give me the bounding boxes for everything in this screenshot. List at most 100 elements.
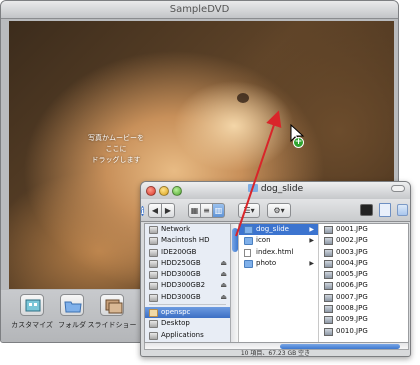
document-icon[interactable] [379,203,391,217]
eject-icon[interactable]: ⏏ [220,280,227,291]
list-item[interactable]: 0005.JPG [319,269,408,280]
list-item-label: 0010.JPG [336,326,368,335]
jpg-file-icon [324,316,333,325]
column-scrollbar[interactable] [231,224,239,342]
list-item-label: 0008.JPG [336,304,368,313]
jpg-file-icon [324,282,333,291]
path-icon[interactable] [397,204,408,216]
eject-icon[interactable]: ⏏ [220,258,227,269]
screen: SampleDVD 写真かムービーを ここに ドラッグします + カスタマイズ [0,0,420,365]
jpg-file-icon [324,305,333,314]
list-item[interactable]: 0008.JPG [319,303,408,314]
window-titlebar[interactable]: SampleDVD [1,1,398,19]
list-item-label: photo [256,258,277,267]
list-item-label: dog_slide [256,225,289,233]
sidebar-item[interactable]: Macintosh HD [145,235,230,246]
finder-title-text: dog_slide [260,184,304,194]
sidebar-item[interactable]: Desktop [145,318,230,329]
slideshow-label: スライドショー [87,321,137,329]
list-item[interactable]: icon ▶ [239,235,318,246]
list-item-label: 0009.JPG [336,315,368,324]
list-item[interactable]: 0009.JPG [319,314,408,325]
folder-icon [60,294,84,316]
list-item-label: 0007.JPG [336,292,368,301]
sidebar-item[interactable]: HDD300GB2 ⏏ [145,280,230,291]
slideshow-button[interactable]: スライドショー [87,294,137,340]
arrange-button[interactable]: ☰▾ [238,203,260,218]
sidebar-item-label: Macintosh HD [161,236,210,245]
column-dog-slide: 0001.JPG 0002.JPG 0003.JPG 0004.JPG 0005.JPG… [319,224,408,342]
jpg-file-icon [324,237,333,246]
sidebar-divider [149,304,226,306]
list-item[interactable]: 0006.JPG [319,280,408,291]
dog-photo-detail [237,93,249,103]
eject-icon[interactable]: ⏏ [220,269,227,280]
get-info-button[interactable]: i [141,206,145,216]
sidebar-item-label: Applications [161,330,204,339]
sidebar-item-label: Network [161,225,191,233]
back-button[interactable]: ◀ [148,203,162,218]
hard-disk-icon [149,237,158,246]
list-item[interactable]: 0007.JPG [319,292,408,303]
sidebar-item[interactable]: Applications [145,330,230,341]
home-icon [149,309,158,318]
sidebar-item[interactable]: openspc [145,307,230,319]
folder-icon [247,184,258,192]
list-item[interactable]: 0010.JPG [319,326,408,337]
column-dog-slide-parent: dog_slide ▶ icon ▶ index.html photo ▶ [239,224,319,342]
hard-disk-icon [149,271,158,280]
list-item-label: index.html [256,247,294,256]
disclosure-arrow-icon: ▶ [309,259,314,267]
finder-browser: Network Macintosh HD IDE200GB HDD250GB ⏏ HDD3… [144,223,409,343]
action-gear-button[interactable]: ⚙▾ [267,203,291,218]
list-item[interactable]: index.html [239,247,318,258]
list-item[interactable]: 0001.JPG [319,224,408,235]
finder-title: dog_slide [141,184,410,194]
sidebar-item[interactable]: HDD300GB ⏏ [145,269,230,280]
list-item[interactable]: 0003.JPG [319,247,408,258]
jpg-file-icon [324,226,333,234]
list-item-label: 0003.JPG [336,247,368,256]
folder-icon [244,237,253,246]
sidebar-item[interactable]: Pictures [145,341,230,343]
column-view-button[interactable]: ▥ [212,203,225,218]
list-item[interactable]: 0002.JPG [319,235,408,246]
list-item-label: icon [256,236,271,245]
sidebar-item-label: Desktop [161,319,190,328]
sidebar-item[interactable]: Network [145,224,230,235]
sidebar-item-label: HDD300GB [161,270,201,279]
window-title: SampleDVD [169,4,230,15]
eject-icon[interactable]: ⏏ [220,292,227,303]
sidebar-item-label: HDD300GB2 [161,281,206,290]
sidebar-item-label: HDD250GB [161,258,201,267]
sidebar-item[interactable]: HDD300GB ⏏ [145,292,230,303]
list-item-label: 0004.JPG [336,258,368,267]
sidebar-item[interactable]: HDD250GB ⏏ [145,258,230,269]
drop-hint-text: 写真かムービーを ここに ドラッグします [88,134,144,164]
slideshow-icon [100,294,124,316]
terminal-icon[interactable] [360,204,373,216]
applications-icon [149,331,158,340]
jpg-file-icon [324,259,333,268]
toolbar-toggle-button[interactable] [391,185,405,192]
jpg-file-icon [324,293,333,302]
jpg-file-icon [324,327,333,336]
finder-titlebar[interactable]: dog_slide [141,182,410,199]
list-item-label: 0002.JPG [336,236,368,245]
list-item[interactable]: photo ▶ [239,258,318,269]
status-bar: 10 項目、67.23 GB 空き [240,350,311,357]
scroll-thumb[interactable] [232,228,238,252]
list-item-label: 0006.JPG [336,281,368,290]
hard-disk-icon [149,282,158,291]
list-item[interactable]: dog_slide ▶ [239,224,318,236]
disclosure-arrow-icon: ▶ [309,237,314,245]
forward-button[interactable]: ▶ [161,203,175,218]
list-item-label: 0001.JPG [336,225,368,233]
finder-window: dog_slide ◀ ▶ ▦ ≡ ▥ ☰▾ ⚙▾ i Network Macin… [140,181,411,357]
list-item[interactable]: 0004.JPG [319,258,408,269]
add-badge-icon: + [293,137,304,148]
sidebar-item-label: openspc [161,308,191,317]
sidebar-item[interactable]: IDE200GB [145,247,230,258]
folder-icon [244,259,253,268]
finder-toolbar: ◀ ▶ ▦ ≡ ▥ ☰▾ ⚙▾ i [141,199,410,222]
